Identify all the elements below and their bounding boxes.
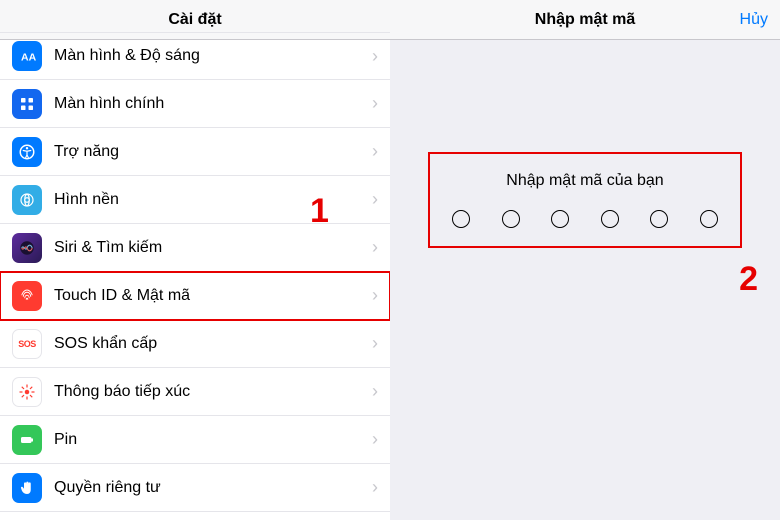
settings-row[interactable]: Touch ID & Mật mã› xyxy=(0,272,390,320)
chevron-right-icon: › xyxy=(372,333,378,354)
settings-row[interactable]: Quyền riêng tư› xyxy=(0,464,390,512)
cancel-button[interactable]: Hủy xyxy=(740,11,768,29)
sos-icon: SOS xyxy=(12,329,42,359)
svg-text:AA: AA xyxy=(21,52,36,64)
settings-row[interactable]: Pin› xyxy=(0,416,390,464)
settings-row[interactable]: Hình nền› xyxy=(0,176,390,224)
passcode-dots[interactable] xyxy=(440,210,730,228)
navbar-title-left: Cài đặt xyxy=(168,11,221,29)
row-label: Màn hình & Độ sáng xyxy=(54,47,372,65)
settings-row[interactable]: AA Màn hình & Độ sáng› xyxy=(0,32,390,80)
passcode-dot xyxy=(502,210,520,228)
callout-number-2: 2 xyxy=(739,260,758,299)
passcode-dot xyxy=(650,210,668,228)
settings-list: AAMàn hình & Độ sáng›Màn hình chính›Trợ … xyxy=(0,32,390,520)
row-label: SOS khẩn cấp xyxy=(54,335,372,353)
hand-icon xyxy=(12,473,42,503)
navbar-title-right: Nhập mật mã xyxy=(535,11,635,29)
settings-row[interactable]: App Store› xyxy=(0,512,390,520)
settings-pane: Cài đặt AAMàn hình & Độ sáng›Màn hình ch… xyxy=(0,0,390,520)
exposure-icon xyxy=(12,377,42,407)
callout-number-1: 1 xyxy=(310,192,329,231)
row-label: Màn hình chính xyxy=(54,95,372,113)
home-grid-icon xyxy=(12,89,42,119)
navbar-right: Nhập mật mã Hủy xyxy=(390,0,780,40)
passcode-dot xyxy=(700,210,718,228)
chevron-right-icon: › xyxy=(372,429,378,450)
chevron-right-icon: › xyxy=(372,93,378,114)
wallpaper-icon xyxy=(12,185,42,215)
siri-icon xyxy=(12,233,42,263)
chevron-right-icon: › xyxy=(372,46,378,67)
chevron-right-icon: › xyxy=(372,189,378,210)
chevron-right-icon: › xyxy=(372,477,378,498)
row-label: Quyền riêng tư xyxy=(54,479,372,497)
row-label: Trợ năng xyxy=(54,143,372,161)
settings-row[interactable]: Trợ năng› xyxy=(0,128,390,176)
chevron-right-icon: › xyxy=(372,381,378,402)
settings-row[interactable]: Màn hình chính› xyxy=(0,80,390,128)
chevron-right-icon: › xyxy=(372,237,378,258)
passcode-area: Nhập mật mã của bạn xyxy=(430,158,740,246)
row-label: Thông báo tiếp xúc xyxy=(54,383,372,401)
battery-icon xyxy=(12,425,42,455)
accessibility-icon xyxy=(12,137,42,167)
passcode-dot xyxy=(601,210,619,228)
display-icon: AA xyxy=(12,41,42,71)
chevron-right-icon: › xyxy=(372,285,378,306)
fingerprint-icon xyxy=(12,281,42,311)
settings-row[interactable]: SOS SOS khẩn cấp› xyxy=(0,320,390,368)
passcode-dot xyxy=(452,210,470,228)
passcode-prompt: Nhập mật mã của bạn xyxy=(440,172,730,190)
settings-row[interactable]: Siri & Tìm kiếm› xyxy=(0,224,390,272)
passcode-dot xyxy=(551,210,569,228)
passcode-pane: Nhập mật mã Hủy Nhập mật mã của bạn 2 xyxy=(390,0,780,520)
row-label: Siri & Tìm kiếm xyxy=(54,239,372,257)
row-label: Touch ID & Mật mã xyxy=(54,287,372,305)
settings-row[interactable]: Thông báo tiếp xúc› xyxy=(0,368,390,416)
row-label: Pin xyxy=(54,431,372,449)
chevron-right-icon: › xyxy=(372,141,378,162)
